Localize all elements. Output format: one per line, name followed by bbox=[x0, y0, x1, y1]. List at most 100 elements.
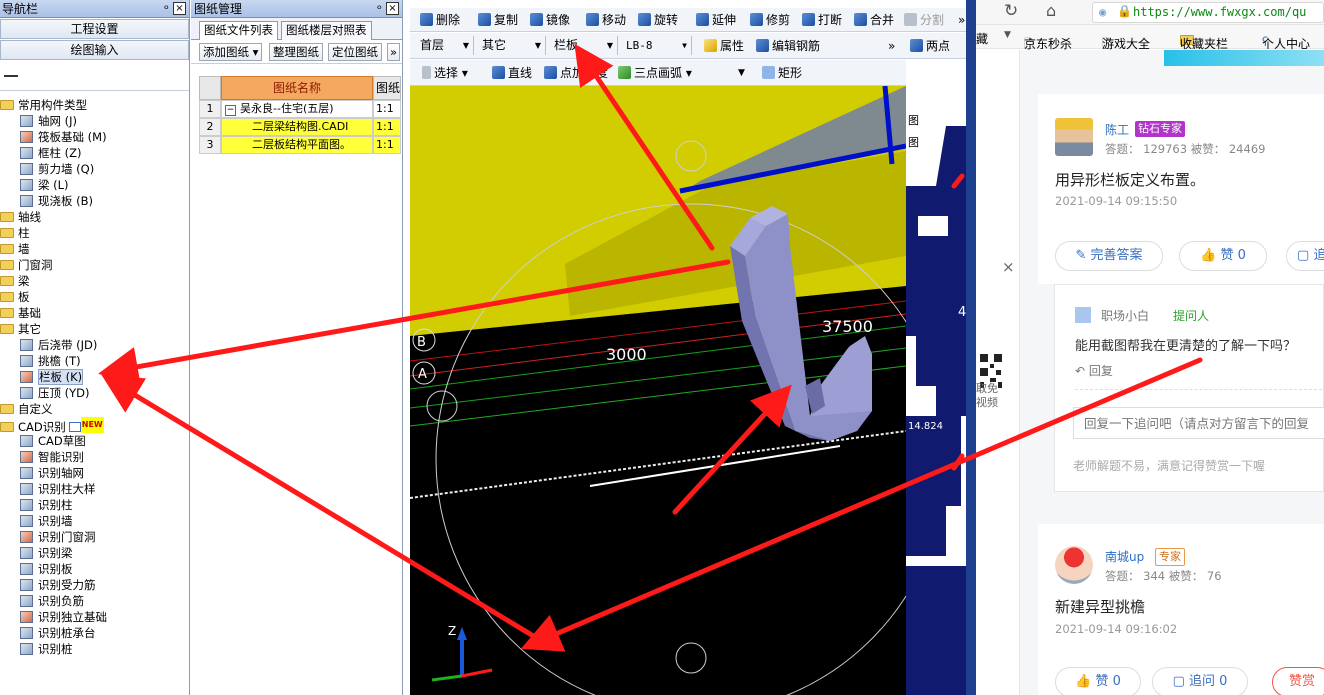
add-drawing-button[interactable]: 添加图纸 ▾ bbox=[199, 43, 263, 61]
tree-item[interactable]: CAD草图 bbox=[0, 433, 190, 449]
tree-folder[interactable]: 轴线 bbox=[0, 209, 190, 225]
more-button[interactable]: » bbox=[387, 43, 401, 61]
tab-file-list[interactable]: 图纸文件列表 bbox=[199, 21, 278, 40]
tree-folder[interactable]: 墙 bbox=[0, 241, 190, 257]
tree-item[interactable]: 智能识别 bbox=[0, 449, 190, 465]
viewport-canvas[interactable]: B A 3000 37500 Z bbox=[410, 86, 906, 695]
line-button[interactable]: 直线 bbox=[492, 60, 532, 85]
collapse-icon[interactable]: − bbox=[225, 105, 236, 116]
tree-item[interactable]: 识别板 bbox=[0, 561, 190, 577]
edit-rebar-button[interactable]: 编辑钢筋 bbox=[756, 33, 820, 58]
tree-folder[interactable]: 柱 bbox=[0, 225, 190, 241]
reply-input[interactable] bbox=[1073, 407, 1324, 439]
ask-more-button[interactable]: ▢ 追问 bbox=[1286, 241, 1324, 271]
table-row[interactable]: 2 二层梁结构图.CADI 1:1 bbox=[199, 118, 401, 136]
rotate-button[interactable]: 旋转 bbox=[638, 8, 678, 31]
tree-item[interactable]: 识别柱大样 bbox=[0, 481, 190, 497]
tree-item[interactable]: 框柱 (Z) bbox=[0, 145, 190, 161]
tree-item[interactable]: 栏板 (K) bbox=[0, 369, 190, 385]
point-length-button[interactable]: 点加长度 bbox=[544, 60, 608, 85]
break-button[interactable]: 打断 bbox=[802, 8, 842, 31]
arc3-button[interactable]: 三点画弧 ▾ bbox=[618, 60, 692, 85]
table-row[interactable]: 3 二层板结构平面图。 1:1 bbox=[199, 136, 401, 154]
component-type-select[interactable]: 栏板 ▼ bbox=[546, 36, 618, 55]
close-icon[interactable]: × bbox=[1002, 258, 1015, 276]
arc-option-select[interactable]: ▼ bbox=[702, 60, 752, 85]
tree-item[interactable]: 压顶 (YD) bbox=[0, 385, 190, 401]
drawing-name-cell[interactable]: 二层梁结构图.CADI bbox=[221, 118, 373, 136]
chevron-down-icon[interactable]: ▼ bbox=[1004, 30, 1011, 40]
pin-icon[interactable]: ᵒ bbox=[377, 0, 382, 18]
tree-item[interactable]: 剪力墙 (Q) bbox=[0, 161, 190, 177]
tree-item[interactable]: 识别墙 bbox=[0, 513, 190, 529]
home-icon[interactable]: ⌂ bbox=[1046, 1, 1056, 20]
drawing-input-button[interactable]: 绘图输入 bbox=[0, 40, 189, 60]
tree-folder[interactable]: 板 bbox=[0, 289, 190, 305]
tree-item[interactable]: 识别柱 bbox=[0, 497, 190, 513]
tree-folder[interactable]: 常用构件类型 bbox=[0, 97, 190, 113]
extend-button[interactable]: 延伸 bbox=[696, 8, 736, 31]
like-button[interactable]: 👍 赞 0 bbox=[1179, 241, 1267, 271]
like-button[interactable]: 👍 赞 0 bbox=[1055, 667, 1141, 695]
table-row[interactable]: 1− 吴永良--住宅(五层) 1:1 bbox=[199, 100, 401, 118]
tree-item[interactable]: 后浇带 (JD) bbox=[0, 337, 190, 353]
pin-icon[interactable]: ᵒ bbox=[164, 0, 169, 18]
reward-button[interactable]: 赞赏 bbox=[1272, 667, 1324, 695]
column-header-scale[interactable]: 图纸 bbox=[373, 76, 401, 100]
split-button[interactable]: 分割 bbox=[904, 8, 944, 31]
3d-viewport[interactable]: B A 3000 37500 Z bbox=[410, 86, 906, 695]
copy-button[interactable]: 复制 bbox=[478, 8, 518, 31]
tree-item[interactable]: 识别桩承台 bbox=[0, 625, 190, 641]
merge-button[interactable]: 合并 bbox=[854, 8, 894, 31]
select-button[interactable]: 选择 ▾ bbox=[422, 60, 468, 85]
tree-folder[interactable]: 基础 bbox=[0, 305, 190, 321]
column-header-name[interactable]: 图纸名称 bbox=[221, 76, 373, 100]
sort-drawing-button[interactable]: 整理图纸 bbox=[269, 43, 323, 61]
close-icon[interactable]: × bbox=[386, 2, 399, 15]
improve-answer-button[interactable]: ✎ 完善答案 bbox=[1055, 241, 1163, 271]
tree-item[interactable]: 识别轴网 bbox=[0, 465, 190, 481]
tree-item[interactable]: 识别负筋 bbox=[0, 593, 190, 609]
ask-more-button[interactable]: ▢ 追问 0 bbox=[1152, 667, 1248, 695]
address-bar[interactable]: ◉ 🔒 https://www.fwxgx.com/qu bbox=[1092, 2, 1324, 23]
bookmark-item[interactable]: 藏 bbox=[976, 30, 988, 47]
project-settings-button[interactable]: 工程设置 bbox=[0, 19, 189, 39]
rect-button[interactable]: 矩形 bbox=[762, 60, 802, 85]
trim-button[interactable]: 修剪 bbox=[750, 8, 790, 31]
tree-folder[interactable]: 自定义 bbox=[0, 401, 190, 417]
tree-item[interactable]: 识别梁 bbox=[0, 545, 190, 561]
category-select[interactable]: 其它 ▼ bbox=[474, 36, 546, 55]
tree-item[interactable]: 筏板基础 (M) bbox=[0, 129, 190, 145]
collapse-icon[interactable] bbox=[4, 75, 18, 78]
tree-folder[interactable]: 门窗洞 bbox=[0, 257, 190, 273]
tree-item[interactable]: 识别桩 bbox=[0, 641, 190, 657]
tree-item[interactable]: 挑檐 (T) bbox=[0, 353, 190, 369]
tree-folder[interactable]: 其它 bbox=[0, 321, 190, 337]
avatar[interactable] bbox=[1075, 307, 1091, 323]
component-name-select[interactable]: LB-8 ▼ bbox=[618, 36, 692, 55]
tree-item[interactable]: 识别独立基础 bbox=[0, 609, 190, 625]
followup-username[interactable]: 职场小白 bbox=[1101, 307, 1149, 324]
avatar[interactable] bbox=[1055, 546, 1093, 584]
answer-username[interactable]: 南城up bbox=[1105, 548, 1144, 565]
answer-username[interactable]: 陈工 bbox=[1105, 121, 1129, 138]
tree-item[interactable]: 梁 (L) bbox=[0, 177, 190, 193]
orbit-handle[interactable] bbox=[675, 642, 707, 674]
tree-item[interactable]: 识别门窗洞 bbox=[0, 529, 190, 545]
drawing-name-cell[interactable]: 二层板结构平面图。 bbox=[221, 136, 373, 154]
two-points-button[interactable]: 两点 bbox=[910, 33, 950, 58]
tree-item[interactable]: 轴网 (J) bbox=[0, 113, 190, 129]
move-button[interactable]: 移动 bbox=[586, 8, 626, 31]
close-icon[interactable]: × bbox=[173, 2, 186, 15]
reply-link[interactable]: ↶ 回复 bbox=[1075, 362, 1113, 379]
properties-button[interactable]: 属性 bbox=[704, 33, 744, 58]
floor-select[interactable]: 首层 ▼ bbox=[412, 36, 474, 55]
tree-item[interactable]: 识别受力筋 bbox=[0, 577, 190, 593]
delete-button[interactable]: 删除 bbox=[420, 8, 460, 31]
tree-folder[interactable]: 梁 bbox=[0, 273, 190, 289]
mirror-button[interactable]: 镜像 bbox=[530, 8, 570, 31]
tab-floor-map[interactable]: 图纸楼层对照表 bbox=[281, 21, 372, 40]
refresh-icon[interactable]: ↻ bbox=[1004, 1, 1018, 21]
more-button[interactable]: » bbox=[958, 8, 965, 31]
drawing-name-cell[interactable]: − 吴永良--住宅(五层) bbox=[221, 100, 373, 118]
